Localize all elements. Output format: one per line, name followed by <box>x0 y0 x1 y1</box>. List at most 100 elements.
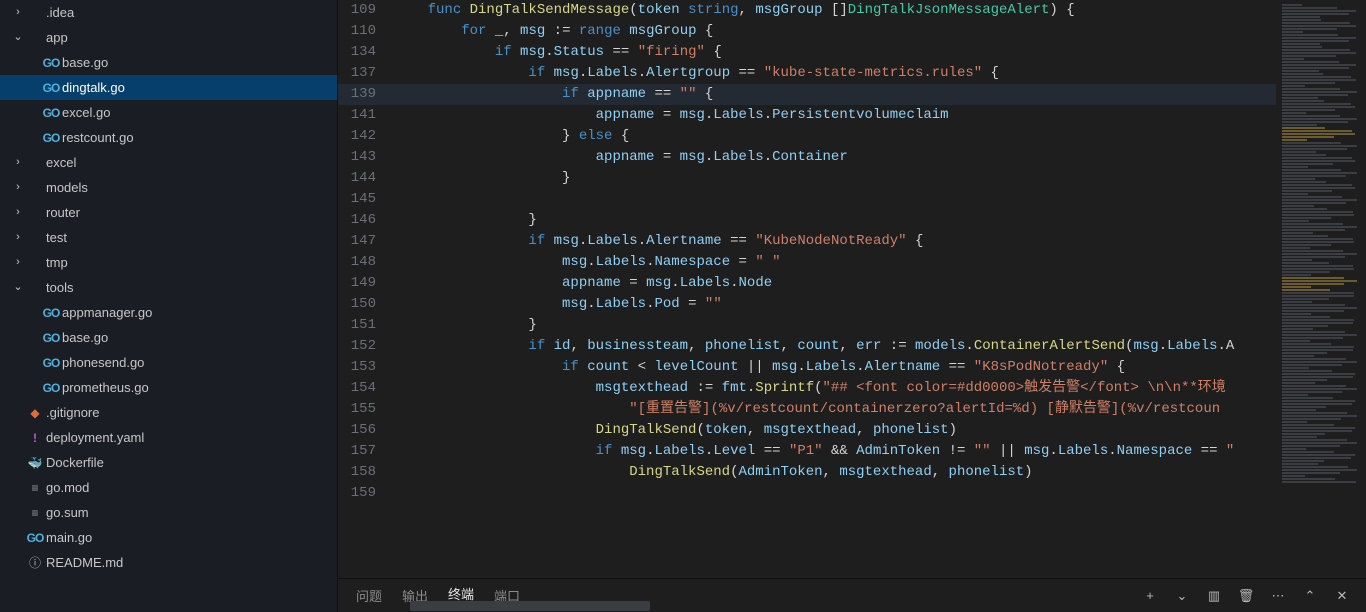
mod-icon: ≡ <box>26 506 44 520</box>
folder-item[interactable]: ⌄app <box>0 25 337 50</box>
code-line[interactable]: 153 if count < levelCount || msg.Labels.… <box>338 357 1276 378</box>
file-item[interactable]: !deployment.yaml <box>0 425 337 450</box>
minimap-line <box>1282 115 1340 117</box>
folder-item[interactable]: ›tmp <box>0 250 337 275</box>
go-icon: GO <box>42 56 60 70</box>
folder-item[interactable]: ›.idea <box>0 0 337 25</box>
minimap-line <box>1282 178 1315 180</box>
file-item[interactable]: ≡go.sum <box>0 500 337 525</box>
code-line[interactable]: 150 msg.Labels.Pod = "" <box>338 294 1276 315</box>
minimap-line <box>1282 58 1304 60</box>
code-line[interactable]: 144 } <box>338 168 1276 189</box>
code-line[interactable]: 149 appname = msg.Labels.Node <box>338 273 1276 294</box>
minimap-line <box>1282 73 1323 75</box>
tree-item-label: .gitignore <box>44 405 99 420</box>
folder-item[interactable]: ›test <box>0 225 337 250</box>
line-content: if msg.Labels.Alertname == "KubeNodeNotR… <box>394 231 923 252</box>
code-line[interactable]: 110 for _, msg := range msgGroup { <box>338 21 1276 42</box>
code-line[interactable]: 157 if msg.Labels.Level == "P1" && Admin… <box>338 441 1276 462</box>
minimap-line <box>1282 64 1356 66</box>
code-line[interactable]: 156 DingTalkSend(token, msgtexthead, pho… <box>338 420 1276 441</box>
docker-icon: 🐳 <box>26 456 44 470</box>
tree-item-label: excel <box>44 155 76 170</box>
minimap-line <box>1282 331 1345 333</box>
minimap-line <box>1282 127 1325 129</box>
minimap-line <box>1282 22 1350 24</box>
go-icon: GO <box>26 531 44 545</box>
file-item[interactable]: GOappmanager.go <box>0 300 337 325</box>
minimap-line <box>1282 256 1345 258</box>
folder-item[interactable]: ›excel <box>0 150 337 175</box>
minimap[interactable] <box>1276 0 1366 578</box>
code-line[interactable]: 139 if appname == "" { <box>338 84 1276 105</box>
code-line[interactable]: 143 appname = msg.Labels.Container <box>338 147 1276 168</box>
code-line[interactable]: 141 appname = msg.Labels.Persistentvolum… <box>338 105 1276 126</box>
code-line[interactable]: 109 func DingTalkSendMessage(token strin… <box>338 0 1276 21</box>
minimap-line <box>1282 460 1324 462</box>
minimap-line <box>1282 226 1357 228</box>
minimap-line <box>1282 334 1357 336</box>
minimap-line <box>1282 367 1309 369</box>
file-item[interactable]: GOphonesend.go <box>0 350 337 375</box>
minimap-line <box>1282 121 1348 123</box>
code-line[interactable]: 147 if msg.Labels.Alertname == "KubeNode… <box>338 231 1276 252</box>
minimap-line <box>1282 10 1356 12</box>
line-content: msgtexthead := fmt.Sprintf("## <font col… <box>394 378 1226 399</box>
minimap-line <box>1282 181 1326 183</box>
file-item[interactable]: GOrestcount.go <box>0 125 337 150</box>
minimap-line <box>1282 439 1347 441</box>
folder-item[interactable]: ›models <box>0 175 337 200</box>
file-item[interactable]: GOexcel.go <box>0 100 337 125</box>
minimap-line <box>1282 295 1354 297</box>
horizontal-scrollbar[interactable] <box>340 600 1366 612</box>
minimap-line <box>1282 343 1331 345</box>
code-line[interactable]: 151 } <box>338 315 1276 336</box>
file-item[interactable]: ≡go.mod <box>0 475 337 500</box>
folder-item[interactable]: ›router <box>0 200 337 225</box>
go-icon: GO <box>42 106 60 120</box>
file-item[interactable]: GObase.go <box>0 325 337 350</box>
code-editor[interactable]: 109 func DingTalkSendMessage(token strin… <box>338 0 1276 578</box>
code-line[interactable]: 137 if msg.Labels.Alertgroup == "kube-st… <box>338 63 1276 84</box>
minimap-line <box>1282 355 1314 357</box>
code-line[interactable]: 155 "[重置告警](%v/restcount/containerzero?a… <box>338 399 1276 420</box>
code-line[interactable]: 152 if id, businessteam, phonelist, coun… <box>338 336 1276 357</box>
code-line[interactable]: 146 } <box>338 210 1276 231</box>
file-item[interactable]: ◆.gitignore <box>0 400 337 425</box>
code-line[interactable]: 148 msg.Labels.Namespace = " " <box>338 252 1276 273</box>
minimap-line <box>1282 403 1352 405</box>
minimap-line <box>1282 31 1303 33</box>
code-line[interactable]: 158 DingTalkSend(AdminToken, msgtexthead… <box>338 462 1276 483</box>
minimap-line <box>1282 199 1357 201</box>
code-line[interactable]: 159 <box>338 483 1276 504</box>
code-line[interactable]: 154 msgtexthead := fmt.Sprintf("## <font… <box>338 378 1276 399</box>
minimap-line <box>1282 136 1334 138</box>
git-icon: ◆ <box>26 406 44 420</box>
file-item[interactable]: GOmain.go <box>0 525 337 550</box>
chevron-down-icon: ⌄ <box>10 30 26 43</box>
file-item[interactable]: GOdingtalk.go <box>0 75 337 100</box>
minimap-line <box>1282 436 1317 438</box>
minimap-line <box>1282 244 1331 246</box>
file-item[interactable]: 🐳Dockerfile <box>0 450 337 475</box>
file-item[interactable]: ⓘREADME.md <box>0 550 337 575</box>
minimap-line <box>1282 310 1344 312</box>
code-line[interactable]: 145 <box>338 189 1276 210</box>
minimap-line <box>1282 298 1329 300</box>
scrollbar-thumb[interactable] <box>410 601 650 611</box>
tree-item-label: deployment.yaml <box>44 430 144 445</box>
folder-item[interactable]: ⌄tools <box>0 275 337 300</box>
minimap-line <box>1282 82 1335 84</box>
line-content: } <box>394 315 537 336</box>
minimap-line <box>1282 262 1329 264</box>
code-line[interactable]: 142 } else { <box>338 126 1276 147</box>
file-item[interactable]: GOprometheus.go <box>0 375 337 400</box>
file-item[interactable]: GObase.go <box>0 50 337 75</box>
minimap-line <box>1282 475 1305 477</box>
minimap-line <box>1282 241 1354 243</box>
minimap-line <box>1282 184 1352 186</box>
minimap-line <box>1282 97 1318 99</box>
tree-item-label: README.md <box>44 555 123 570</box>
minimap-line <box>1282 229 1345 231</box>
code-line[interactable]: 134 if msg.Status == "firing" { <box>338 42 1276 63</box>
